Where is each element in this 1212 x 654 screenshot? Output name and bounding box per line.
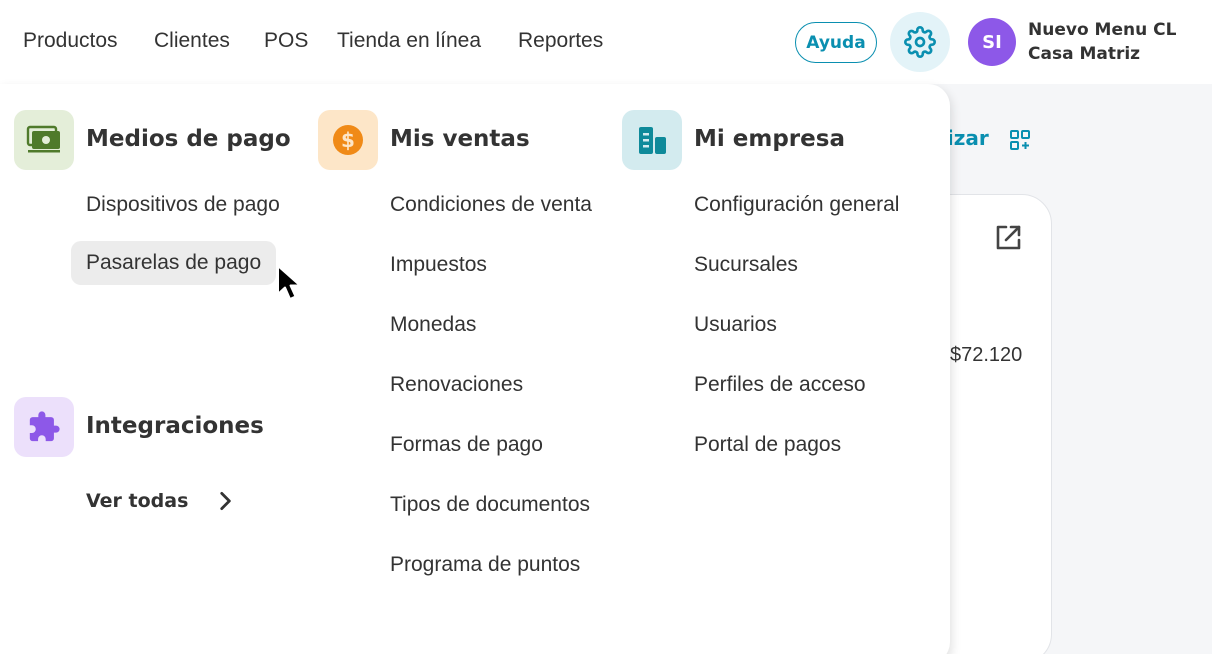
section-title-my-company: Mi empresa bbox=[694, 126, 845, 152]
nav-pos[interactable]: POS bbox=[264, 29, 308, 53]
account-name[interactable]: Nuevo Menu CL bbox=[1028, 20, 1176, 40]
puzzle-icon bbox=[14, 397, 74, 457]
menu-link-portal-de-pagos[interactable]: Portal de pagos bbox=[694, 433, 841, 457]
help-button[interactable]: Ayuda bbox=[795, 22, 877, 63]
section-title-integrations: Integraciones bbox=[86, 413, 264, 439]
nav-productos[interactable]: Productos bbox=[23, 29, 118, 53]
menu-link-impuestos[interactable]: Impuestos bbox=[390, 253, 487, 277]
settings-button[interactable] bbox=[890, 12, 950, 72]
qr-add-icon[interactable] bbox=[1008, 128, 1032, 152]
menu-link-sucursales[interactable]: Sucursales bbox=[694, 253, 798, 277]
menu-link-pasarelas-de-pago[interactable]: Pasarelas de pago bbox=[71, 241, 277, 285]
top-nav: Productos Clientes POS Tienda en línea R… bbox=[0, 0, 1212, 84]
branch-name[interactable]: Casa Matriz bbox=[1028, 44, 1140, 64]
menu-link-monedas[interactable]: Monedas bbox=[390, 313, 476, 337]
menu-link-programa-de-puntos[interactable]: Programa de puntos bbox=[390, 553, 580, 577]
money-icon bbox=[14, 110, 74, 170]
menu-link-formas-de-pago[interactable]: Formas de pago bbox=[390, 433, 543, 457]
external-link-icon[interactable] bbox=[992, 222, 1024, 254]
settings-dropdown-menu: Medios de pago Dispositivos de pago Pasa… bbox=[0, 84, 950, 654]
dollar-coin-icon: $ bbox=[318, 110, 378, 170]
view-all-integrations-link[interactable]: Ver todas bbox=[86, 490, 188, 512]
avatar[interactable]: SI bbox=[968, 18, 1016, 66]
menu-link-configuracion-general[interactable]: Configuración general bbox=[694, 193, 899, 217]
building-icon bbox=[622, 110, 682, 170]
svg-text:$: $ bbox=[341, 128, 355, 152]
section-title-payment-methods: Medios de pago bbox=[86, 126, 291, 152]
gear-icon bbox=[904, 26, 936, 58]
menu-link-perfiles-de-acceso[interactable]: Perfiles de acceso bbox=[694, 373, 866, 397]
nav-reportes[interactable]: Reportes bbox=[518, 29, 603, 53]
chevron-right-icon[interactable] bbox=[212, 488, 238, 514]
mouse-cursor-icon bbox=[277, 265, 301, 300]
background-amount: $72.120 bbox=[950, 344, 1023, 366]
nav-tienda-en-linea[interactable]: Tienda en línea bbox=[337, 29, 481, 53]
menu-link-dispositivos-de-pago[interactable]: Dispositivos de pago bbox=[86, 193, 280, 217]
nav-clientes[interactable]: Clientes bbox=[154, 29, 230, 53]
menu-link-renovaciones[interactable]: Renovaciones bbox=[390, 373, 523, 397]
menu-link-usuarios[interactable]: Usuarios bbox=[694, 313, 777, 337]
menu-link-tipos-de-documentos[interactable]: Tipos de documentos bbox=[390, 493, 590, 517]
menu-link-condiciones-de-venta[interactable]: Condiciones de venta bbox=[390, 193, 592, 217]
section-title-my-sales: Mis ventas bbox=[390, 126, 530, 152]
